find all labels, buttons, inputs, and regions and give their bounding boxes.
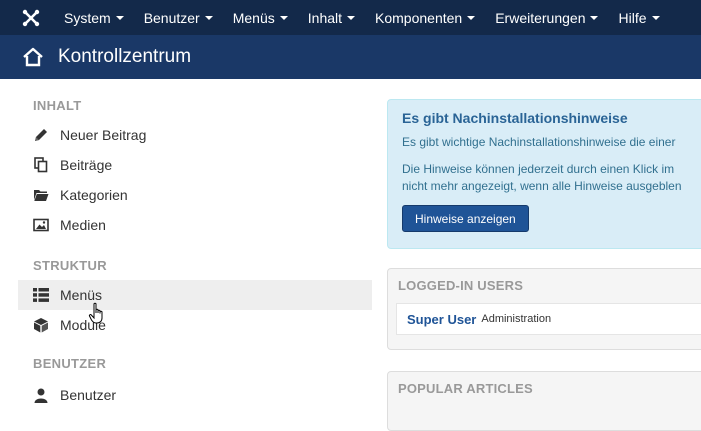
sidebar-item-benutzer[interactable]: Benutzer — [18, 380, 372, 410]
user-role: Administration — [481, 313, 552, 325]
sidebar-item-label: Menüs — [60, 287, 103, 303]
menu-label: System — [64, 9, 111, 26]
menu-system[interactable]: System — [54, 0, 134, 35]
menu-inhalt[interactable]: Inhalt — [298, 0, 365, 35]
panel-title: LOGGED-IN USERS — [398, 278, 524, 293]
alert-text-line2: Die Hinweise können jederzeit durch eine… — [402, 162, 675, 176]
sidebar-item-menus[interactable]: Menüs — [18, 280, 372, 310]
sidebar: INHALT Neuer Beitrag Beiträge Kategorien… — [18, 96, 372, 410]
sidebar-item-module[interactable]: Module — [18, 310, 372, 340]
caret-down-icon — [651, 15, 660, 20]
pencil-icon — [32, 127, 50, 143]
caret-down-icon — [467, 15, 476, 20]
image-icon — [32, 217, 50, 233]
alert-title: Es gibt Nachinstallationshinweise — [402, 110, 628, 126]
caret-down-icon — [279, 15, 288, 20]
panel-title: POPULAR ARTICLES — [398, 381, 533, 396]
sidebar-item-label: Beiträge — [60, 157, 113, 173]
user-link[interactable]: Super User — [407, 312, 476, 327]
alert-text-line3: nicht mehr angezeigt, wenn alle Hinweise… — [402, 179, 682, 193]
menu-label: Menüs — [232, 9, 275, 26]
list-item: Super User Administration — [396, 303, 701, 335]
caret-down-icon — [590, 15, 599, 20]
sidebar-item-label: Kategorien — [60, 187, 128, 203]
sidebar-item-label: Medien — [60, 217, 106, 233]
popular-articles-panel: POPULAR ARTICLES — [387, 371, 701, 431]
sidebar-item-label: Benutzer — [60, 387, 117, 403]
sidebar-item-kategorien[interactable]: Kategorien — [18, 180, 372, 210]
top-navbar: System Benutzer Menüs Inhalt Komponenten… — [0, 0, 701, 35]
hand-cursor-icon — [88, 302, 103, 324]
menu-hilfe[interactable]: Hilfe — [608, 0, 669, 35]
section-title-inhalt: INHALT — [33, 98, 82, 113]
menu-erweiterungen[interactable]: Erweiterungen — [485, 0, 608, 35]
caret-down-icon — [115, 15, 124, 20]
show-notes-button[interactable]: Hinweise anzeigen — [402, 205, 529, 232]
joomla-logo-icon[interactable] — [20, 7, 42, 29]
page-header: Kontrollzentrum — [0, 35, 701, 79]
section-title-benutzer: BENUTZER — [33, 356, 107, 371]
user-icon — [32, 387, 50, 403]
logged-in-users-panel: LOGGED-IN USERS Super User Administratio… — [387, 268, 701, 350]
home-icon — [23, 47, 43, 67]
sidebar-item-medien[interactable]: Medien — [18, 210, 372, 240]
menu-label: Benutzer — [143, 9, 200, 26]
cube-icon — [32, 317, 50, 333]
caret-down-icon — [347, 15, 356, 20]
menu-label: Komponenten — [375, 9, 463, 26]
menu-komponenten[interactable]: Komponenten — [365, 0, 485, 35]
list-icon — [32, 287, 50, 303]
menu-label: Erweiterungen — [495, 9, 586, 26]
section-title-struktur: STRUKTUR — [33, 258, 107, 273]
sidebar-item-neuer-beitrag[interactable]: Neuer Beitrag — [18, 120, 372, 150]
sidebar-item-beitraege[interactable]: Beiträge — [18, 150, 372, 180]
caret-down-icon — [204, 15, 213, 20]
sidebar-item-label: Neuer Beitrag — [60, 127, 147, 143]
menu-benutzer[interactable]: Benutzer — [134, 0, 223, 35]
copy-icon — [32, 157, 50, 173]
folder-icon — [32, 187, 50, 203]
page-title: Kontrollzentrum — [58, 46, 192, 67]
post-install-alert: Es gibt Nachinstallationshinweise Es gib… — [387, 99, 701, 249]
menu-label: Inhalt — [307, 9, 343, 26]
menu-label: Hilfe — [618, 9, 647, 26]
alert-text-line1: Es gibt wichtige Nachinstallationshinwei… — [402, 135, 676, 149]
menu-menus[interactable]: Menüs — [223, 0, 298, 35]
